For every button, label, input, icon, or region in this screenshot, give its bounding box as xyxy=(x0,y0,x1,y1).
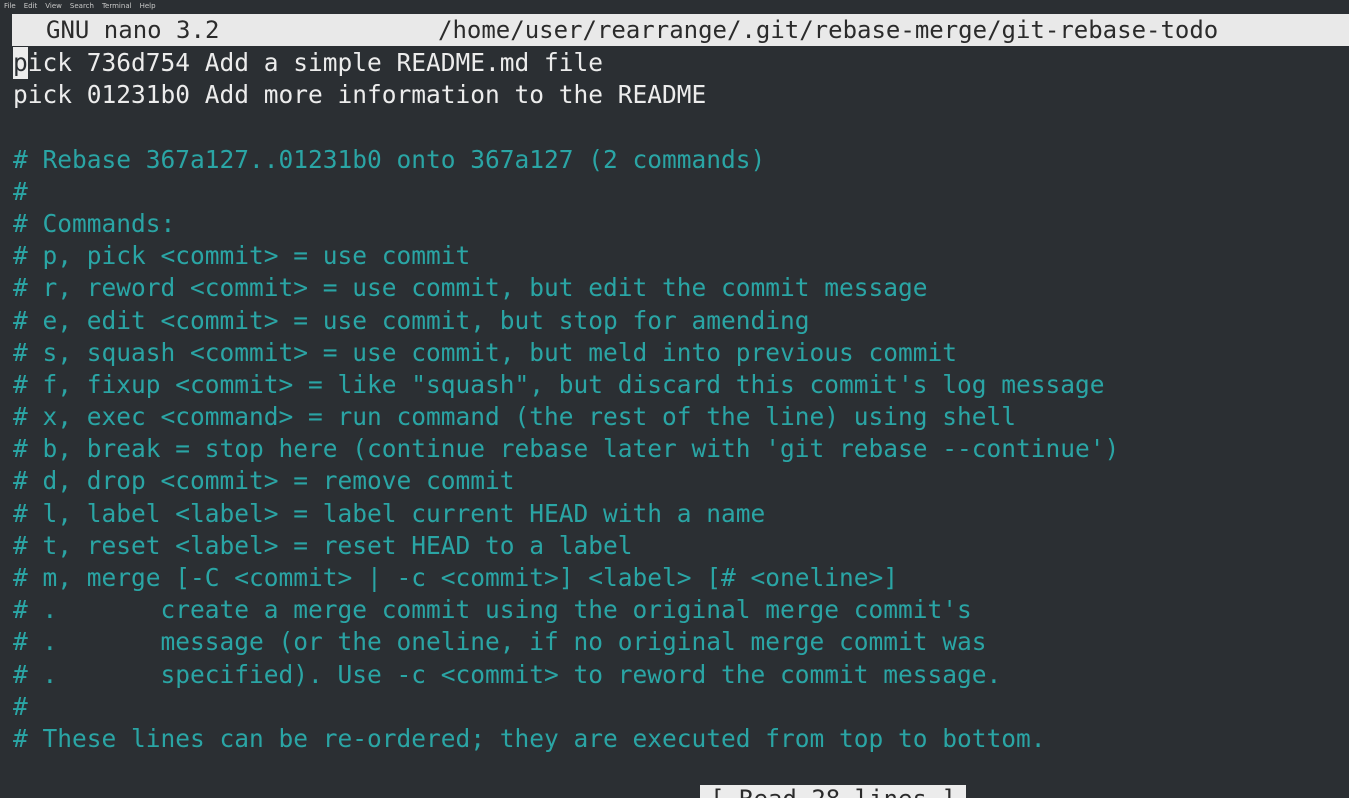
comment-line[interactable]: # These lines can be re-ordered; they ar… xyxy=(13,723,1349,755)
terminal-window: File Edit View Search Terminal Help GNU … xyxy=(0,0,1349,798)
comment-line[interactable]: # . specified). Use -c <commit> to rewor… xyxy=(13,659,1349,691)
comment-line[interactable]: # b, break = stop here (continue rebase … xyxy=(13,433,1349,465)
menu-search[interactable]: Search xyxy=(70,0,94,12)
text-cursor: p xyxy=(13,47,28,80)
editor-line-1-text: ick 736d754 Add a simple README.md file xyxy=(27,48,604,77)
comment-line[interactable]: # f, fixup <commit> = like "squash", but… xyxy=(13,369,1349,401)
menu-bar: File Edit View Search Terminal Help xyxy=(0,0,1349,12)
status-message: [ Read 28 lines ] xyxy=(700,785,966,798)
editor-line[interactable]: pick 01231b0 Add more information to the… xyxy=(13,79,1349,111)
editor-line[interactable] xyxy=(13,111,1349,143)
comment-line[interactable]: # d, drop <commit> = remove commit xyxy=(13,465,1349,497)
comment-line[interactable]: # s, squash <commit> = use commit, but m… xyxy=(13,337,1349,369)
comment-line[interactable]: # Commands: xyxy=(13,208,1349,240)
comment-line[interactable]: # m, merge [-C <commit> | -c <commit>] <… xyxy=(13,562,1349,594)
comment-line[interactable]: # . create a merge commit using the orig… xyxy=(13,594,1349,626)
comment-line[interactable]: # xyxy=(13,176,1349,208)
comment-line[interactable]: # p, pick <commit> = use commit xyxy=(13,240,1349,272)
comment-line[interactable]: # . message (or the oneline, if no origi… xyxy=(13,626,1349,658)
menu-help[interactable]: Help xyxy=(140,0,156,12)
comment-line[interactable]: # Rebase 367a127..01231b0 onto 367a127 (… xyxy=(13,144,1349,176)
menu-edit[interactable]: Edit xyxy=(24,0,38,12)
nano-title-bar: GNU nano 3.2 /home/user/rearrange/.git/r… xyxy=(12,14,1349,46)
comment-line[interactable]: # e, edit <commit> = use commit, but sto… xyxy=(13,305,1349,337)
menu-terminal[interactable]: Terminal xyxy=(102,0,132,12)
editor-line-1[interactable]: pick 736d754 Add a simple README.md file xyxy=(13,47,1349,80)
text-editor-area[interactable]: pick 736d754 Add a simple README.md file… xyxy=(13,47,1349,755)
comment-line[interactable]: # xyxy=(13,691,1349,723)
comment-line[interactable]: # t, reset <label> = reset HEAD to a lab… xyxy=(13,530,1349,562)
comment-line[interactable]: # l, label <label> = label current HEAD … xyxy=(13,498,1349,530)
file-path: /home/user/rearrange/.git/rebase-merge/g… xyxy=(438,16,1219,44)
menu-view[interactable]: View xyxy=(45,0,62,12)
menu-file[interactable]: File xyxy=(4,0,16,12)
comment-line[interactable]: # r, reword <commit> = use commit, but e… xyxy=(13,272,1349,304)
nano-version: GNU nano 3.2 xyxy=(46,16,220,44)
comment-line[interactable]: # x, exec <command> = run command (the r… xyxy=(13,401,1349,433)
